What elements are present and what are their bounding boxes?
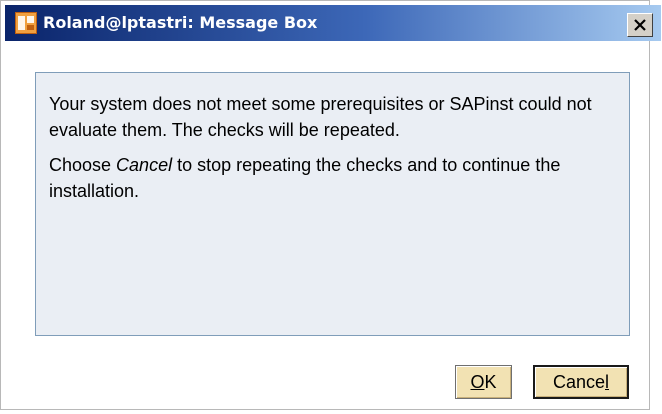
message-paragraph-2-prefix: Choose <box>49 155 117 175</box>
ok-label-rest: K <box>484 372 497 392</box>
message-box-window: Roland@lptastri: Message Box Your system… <box>0 0 661 410</box>
sap-installer-icon <box>15 12 37 34</box>
cancel-label-prefix: Cance <box>552 372 606 392</box>
title-bar[interactable]: Roland@lptastri: Message Box <box>5 5 661 41</box>
cancel-mnemonic: l <box>605 372 610 392</box>
message-paragraph-2: Choose Cancel to stop repeating the chec… <box>49 152 613 204</box>
ok-button[interactable]: OK <box>455 365 512 399</box>
message-panel: Your system does not meet some prerequis… <box>35 72 630 336</box>
cancel-button[interactable]: Cancel <box>533 365 629 399</box>
cancel-emphasis: Cancel <box>116 155 173 175</box>
ok-mnemonic: O <box>470 372 485 392</box>
message-paragraph-1: Your system does not meet some prerequis… <box>49 94 592 140</box>
window-title: Roland@lptastri: Message Box <box>43 13 318 32</box>
close-button[interactable] <box>627 13 653 37</box>
close-icon <box>634 19 646 31</box>
